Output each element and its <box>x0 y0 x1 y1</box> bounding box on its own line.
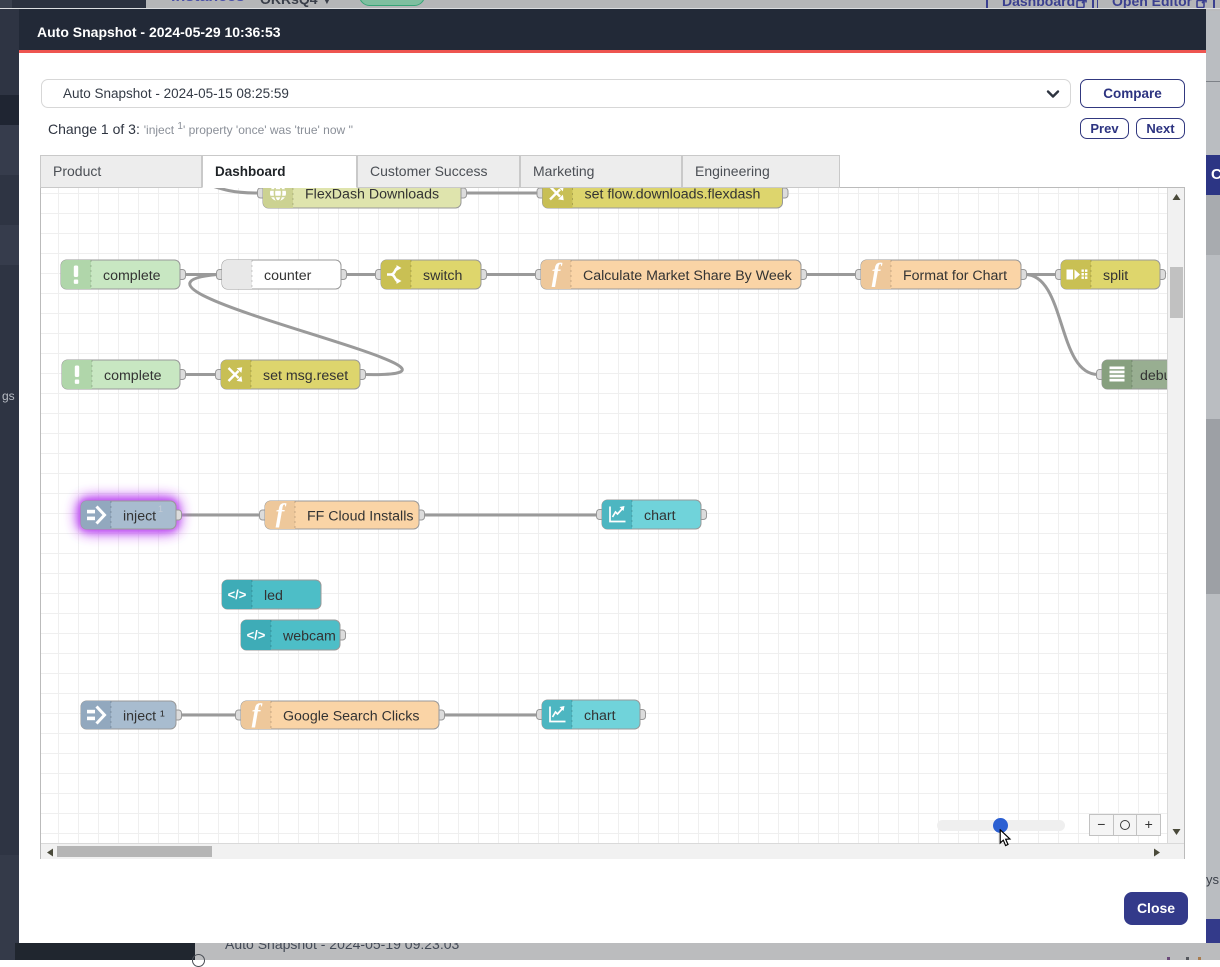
svg-text:set msg.reset: set msg.reset <box>263 368 348 384</box>
svg-text:FlexDash Downloads: FlexDash Downloads <box>305 188 439 203</box>
svg-text:split: split <box>1103 268 1128 284</box>
svg-text:inject: inject <box>123 509 156 525</box>
svg-text:complete: complete <box>103 268 161 284</box>
svg-text:1: 1 <box>158 504 163 514</box>
svg-text:</>: </> <box>247 628 266 643</box>
svg-text:</>: </> <box>228 587 247 602</box>
svg-text:webcam: webcam <box>282 629 336 645</box>
svg-text:chart: chart <box>644 508 676 524</box>
svg-text:chart: chart <box>584 708 616 724</box>
svg-text:Calculate Market Share By Week: Calculate Market Share By Week <box>583 268 793 284</box>
svg-text:Google Search Clicks: Google Search Clicks <box>283 709 419 725</box>
svg-text:led: led <box>264 588 283 604</box>
svg-text:FF Cloud Installs: FF Cloud Installs <box>307 509 413 525</box>
svg-text:counter: counter <box>264 268 312 284</box>
svg-text:set flow.downloads.flexdash: set flow.downloads.flexdash <box>585 188 761 203</box>
svg-text:Format for Chart: Format for Chart <box>903 268 1007 284</box>
svg-text:switch: switch <box>423 268 462 284</box>
svg-text:inject ¹: inject ¹ <box>123 709 165 725</box>
svg-text:debug: debug <box>1140 368 1167 384</box>
svg-text:complete: complete <box>104 368 162 384</box>
